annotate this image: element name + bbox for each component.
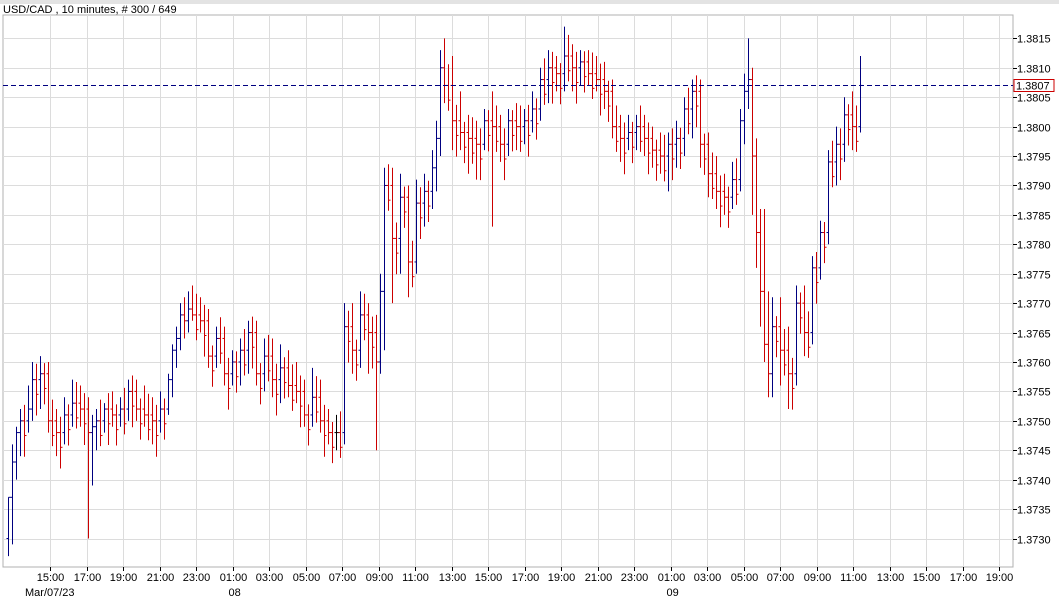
x-tick-label: 01:00	[658, 572, 686, 584]
x-tick-label: 15:00	[913, 572, 941, 584]
current-price-label: 1.3807	[1016, 81, 1050, 93]
y-tick-label: 1.3760	[1017, 358, 1051, 370]
x-tick-label: 17:00	[512, 572, 540, 584]
y-tick-label: 1.3765	[1017, 329, 1051, 341]
date-label: Mar/07/23	[25, 587, 75, 599]
x-tick-label: 03:00	[256, 572, 284, 584]
x-tick-label: 15:00	[37, 572, 65, 584]
x-tick-label: 07:00	[329, 572, 357, 584]
x-tick-label: 01:00	[220, 572, 248, 584]
y-tick-label: 1.3780	[1017, 240, 1051, 252]
date-label: 09	[667, 587, 679, 599]
x-tick-label: 17:00	[74, 572, 102, 584]
x-tick-label: 05:00	[293, 572, 321, 584]
y-tick-label: 1.3755	[1017, 387, 1051, 399]
y-tick-label: 1.3815	[1017, 34, 1051, 46]
y-tick-label: 1.3775	[1017, 270, 1051, 282]
y-tick-label: 1.3740	[1017, 476, 1051, 488]
y-tick-label: 1.3750	[1017, 417, 1051, 429]
x-tick-label: 23:00	[621, 572, 649, 584]
y-tick-label: 1.3795	[1017, 152, 1051, 164]
x-tick-label: 19:00	[986, 572, 1014, 584]
x-tick-label: 19:00	[110, 572, 138, 584]
price-chart[interactable]: 1.3730 1.3735 1.3740 1.3745 1.3750 1.3755 1.37…	[0, 0, 1059, 600]
y-tick-label: 1.3800	[1017, 123, 1051, 135]
x-tick-label: 15:00	[475, 572, 503, 584]
x-tick-label: 23:00	[183, 572, 211, 584]
x-tick-label: 17:00	[950, 572, 978, 584]
x-tick-label: 11:00	[840, 572, 867, 584]
y-tick-label: 1.3790	[1017, 181, 1051, 193]
x-tick-label: 13:00	[877, 572, 905, 584]
y-tick-label: 1.3805	[1017, 93, 1051, 105]
x-tick-label: 21:00	[147, 572, 175, 584]
x-tick-label: 19:00	[548, 572, 576, 584]
x-tick-label: 09:00	[804, 572, 832, 584]
x-tick-label: 03:00	[694, 572, 722, 584]
y-tick-label: 1.3735	[1017, 505, 1051, 517]
x-tick-label: 11:00	[402, 572, 429, 584]
x-tick-label: 13:00	[439, 572, 467, 584]
y-tick-label: 1.3745	[1017, 446, 1051, 458]
y-tick-label: 1.3730	[1017, 535, 1051, 547]
y-tick-label: 1.3810	[1017, 64, 1051, 76]
x-tick-label: 21:00	[585, 572, 613, 584]
x-tick-label: 09:00	[366, 572, 394, 584]
date-label: 08	[229, 587, 241, 599]
y-tick-label: 1.3785	[1017, 211, 1051, 223]
x-tick-label: 07:00	[767, 572, 795, 584]
y-tick-label: 1.3770	[1017, 299, 1051, 311]
chart-title: USD/CAD , 10 minutes, # 300 / 649	[3, 4, 177, 16]
x-tick-label: 05:00	[731, 572, 759, 584]
